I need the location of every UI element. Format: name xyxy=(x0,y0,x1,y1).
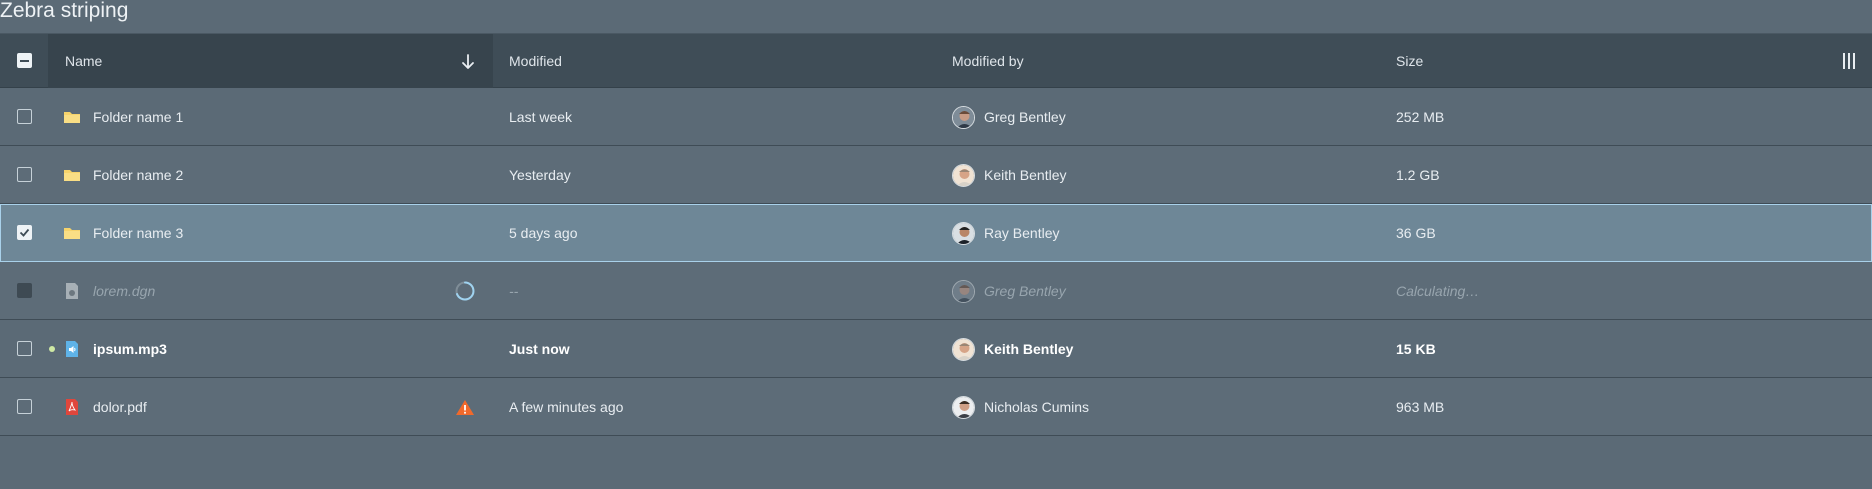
column-header-modified-by-label: Modified by xyxy=(952,53,1024,69)
row-checkbox[interactable] xyxy=(17,341,32,356)
table-row[interactable]: dolor.pdf A few minutes ago Nicholas Cum… xyxy=(0,378,1872,436)
row-checkbox[interactable] xyxy=(17,167,32,182)
table-row-selected[interactable]: Folder name 3 5 days ago Ray Bentley 36 … xyxy=(0,204,1872,262)
modified-date: Yesterday xyxy=(509,166,571,183)
dgn-file-icon xyxy=(66,283,78,299)
file-name[interactable]: Folder name 3 xyxy=(93,204,183,261)
file-size: 15 KB xyxy=(1396,340,1436,357)
column-header-name[interactable]: Name xyxy=(48,34,493,88)
page-title: Zebra striping xyxy=(0,0,129,22)
avatar xyxy=(952,338,975,361)
modified-by-user: Keith Bentley xyxy=(984,166,1067,183)
folder-icon xyxy=(64,112,80,123)
avatar xyxy=(952,164,975,187)
modified-date: -- xyxy=(509,282,519,299)
file-name[interactable]: dolor.pdf xyxy=(93,378,147,435)
file-size: Calculating… xyxy=(1396,282,1480,299)
file-size: 252 MB xyxy=(1396,108,1445,125)
modified-date: A few minutes ago xyxy=(509,398,624,415)
checkmark-icon xyxy=(19,228,30,237)
column-header-name-label: Name xyxy=(65,53,103,69)
modified-by-user: Ray Bentley xyxy=(984,224,1060,241)
table-row[interactable]: Folder name 2 Yesterday Keith Bentley 1.… xyxy=(0,146,1872,204)
audio-file-icon xyxy=(66,341,78,357)
row-checkbox[interactable] xyxy=(17,109,32,124)
file-name[interactable]: Folder name 1 xyxy=(93,88,183,145)
avatar xyxy=(952,106,975,129)
column-chooser-icon[interactable] xyxy=(1838,51,1860,71)
modified-by-user: Nicholas Cumins xyxy=(984,398,1090,415)
modified-by-user: Keith Bentley xyxy=(984,340,1074,357)
table-row[interactable]: Folder name 1 Last week Greg Bentley 252… xyxy=(0,88,1872,146)
column-header-size-label: Size xyxy=(1396,53,1424,69)
folder-icon xyxy=(64,170,80,181)
modified-by-user: Greg Bentley xyxy=(984,108,1066,125)
row-checkbox-checked[interactable] xyxy=(17,225,32,240)
file-size: 963 MB xyxy=(1396,398,1445,415)
select-all-checkbox[interactable] xyxy=(17,53,32,68)
avatar xyxy=(952,396,975,419)
column-header-modified-by[interactable]: Modified by xyxy=(952,34,1024,88)
avatar xyxy=(952,280,975,303)
column-header-size[interactable]: Size xyxy=(1396,34,1423,88)
sort-descending-icon[interactable] xyxy=(459,52,477,72)
file-size: 36 GB xyxy=(1396,224,1436,241)
loading-spinner-icon xyxy=(455,281,475,301)
row-checkbox[interactable] xyxy=(17,399,32,414)
column-header-modified-label: Modified xyxy=(509,53,562,69)
pdf-file-icon xyxy=(66,399,78,415)
row-checkbox-disabled xyxy=(17,283,32,298)
modified-date: Last week xyxy=(509,108,573,125)
modified-by-user: Greg Bentley xyxy=(984,282,1066,299)
file-table: Name Modified Modified by Size Folder na… xyxy=(0,33,1872,436)
column-header-modified[interactable]: Modified xyxy=(509,34,562,88)
table-row-pending[interactable]: lorem.dgn -- Greg Bentley Calculating… xyxy=(0,262,1872,320)
table-row-new[interactable]: ipsum.mp3 Just now Keith Bentley 15 KB xyxy=(0,320,1872,378)
file-name[interactable]: lorem.dgn xyxy=(93,262,155,319)
folder-icon xyxy=(64,228,80,239)
modified-date: 5 days ago xyxy=(509,224,578,241)
warning-icon[interactable] xyxy=(454,397,476,419)
file-name[interactable]: Folder name 2 xyxy=(93,146,183,203)
file-name[interactable]: ipsum.mp3 xyxy=(93,320,167,377)
modified-date: Just now xyxy=(509,340,570,357)
avatar xyxy=(952,222,975,245)
file-size: 1.2 GB xyxy=(1396,166,1440,183)
table-header: Name Modified Modified by Size xyxy=(0,34,1872,88)
new-dot-icon xyxy=(49,346,55,352)
